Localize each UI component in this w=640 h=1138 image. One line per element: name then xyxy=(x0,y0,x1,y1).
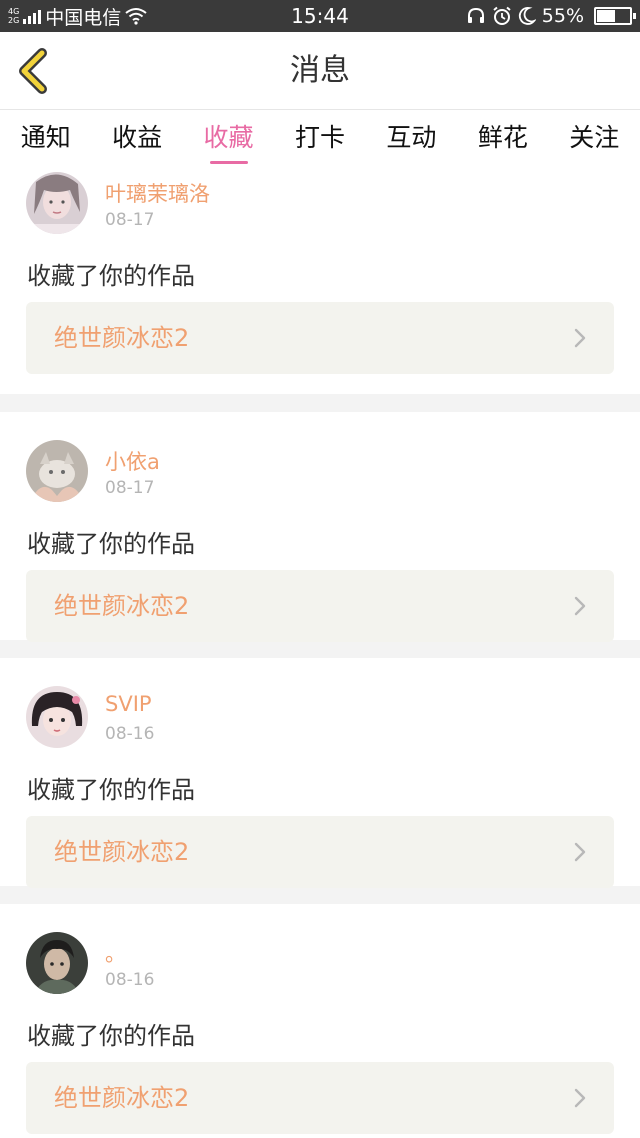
work-link[interactable]: 绝世颜冰恋2 xyxy=(26,1062,614,1134)
user-name[interactable]: 叶璃茉璃洛 xyxy=(105,178,210,208)
divider xyxy=(0,394,640,412)
list-item: 。 08-16 收藏了你的作品 绝世颜冰恋2 xyxy=(0,904,640,1134)
work-link[interactable]: 绝世颜冰恋2 xyxy=(26,570,614,642)
user-name[interactable]: SVIP xyxy=(105,692,152,716)
work-title: 绝世颜冰恋2 xyxy=(54,838,190,866)
action-text: 收藏了你的作品 xyxy=(27,530,195,558)
chevron-right-icon xyxy=(574,328,586,348)
divider xyxy=(0,886,640,904)
back-arrow-icon xyxy=(19,48,47,94)
chevron-right-icon xyxy=(574,1088,586,1108)
list-item: 小依a 08-17 收藏了你的作品 绝世颜冰恋2 xyxy=(0,412,640,642)
status-right: 55% xyxy=(466,0,636,32)
work-title: 绝世颜冰恋2 xyxy=(54,592,190,620)
chevron-right-icon xyxy=(574,596,586,616)
battery-percent: 55% xyxy=(541,5,584,27)
avatar[interactable] xyxy=(26,172,88,234)
avatar[interactable] xyxy=(26,932,88,994)
user-name[interactable]: 小依a xyxy=(105,446,160,476)
message-list: 叶璃茉璃洛 08-17 收藏了你的作品 绝世颜冰恋2 小依a 08-17 收藏了… xyxy=(0,166,640,1134)
action-text: 收藏了你的作品 xyxy=(27,776,195,804)
tab-interaction[interactable]: 互动 xyxy=(384,110,438,166)
status-bar: 4G 2G 中国电信 15:44 55% xyxy=(0,0,640,32)
tab-earnings[interactable]: 收益 xyxy=(110,110,164,166)
alarm-icon xyxy=(493,6,511,25)
header: 消息 xyxy=(0,32,640,110)
tab-bar: 通知 收益 收藏 打卡 互动 鲜花 关注 xyxy=(0,110,640,166)
work-link[interactable]: 绝世颜冰恋2 xyxy=(26,816,614,888)
moon-icon xyxy=(518,7,536,25)
tab-checkin[interactable]: 打卡 xyxy=(293,110,347,166)
work-title: 绝世颜冰恋2 xyxy=(54,1084,190,1112)
post-date: 08-17 xyxy=(105,478,155,498)
action-text: 收藏了你的作品 xyxy=(27,1022,195,1050)
divider xyxy=(0,640,640,658)
post-date: 08-17 xyxy=(105,210,155,230)
battery-fill xyxy=(597,10,615,22)
post-date: 08-16 xyxy=(105,724,155,744)
user-name[interactable]: 。 xyxy=(105,938,126,968)
avatar[interactable] xyxy=(26,686,88,748)
chevron-right-icon xyxy=(574,842,586,862)
work-link[interactable]: 绝世颜冰恋2 xyxy=(26,302,614,374)
headset-icon xyxy=(467,7,484,23)
action-text: 收藏了你的作品 xyxy=(27,262,195,290)
tab-follow[interactable]: 关注 xyxy=(567,110,621,166)
avatar[interactable] xyxy=(26,440,88,502)
page-title: 消息 xyxy=(290,53,350,88)
list-item: 叶璃茉璃洛 08-17 收藏了你的作品 绝世颜冰恋2 xyxy=(0,166,640,394)
tab-flowers[interactable]: 鲜花 xyxy=(476,110,530,166)
post-date: 08-16 xyxy=(105,970,155,990)
back-button[interactable] xyxy=(14,48,54,94)
tab-notice[interactable]: 通知 xyxy=(19,110,73,166)
battery-icon xyxy=(594,7,636,25)
tab-favorites[interactable]: 收藏 xyxy=(202,110,256,166)
work-title: 绝世颜冰恋2 xyxy=(54,324,190,352)
list-item: SVIP 08-16 收藏了你的作品 绝世颜冰恋2 xyxy=(0,658,640,888)
